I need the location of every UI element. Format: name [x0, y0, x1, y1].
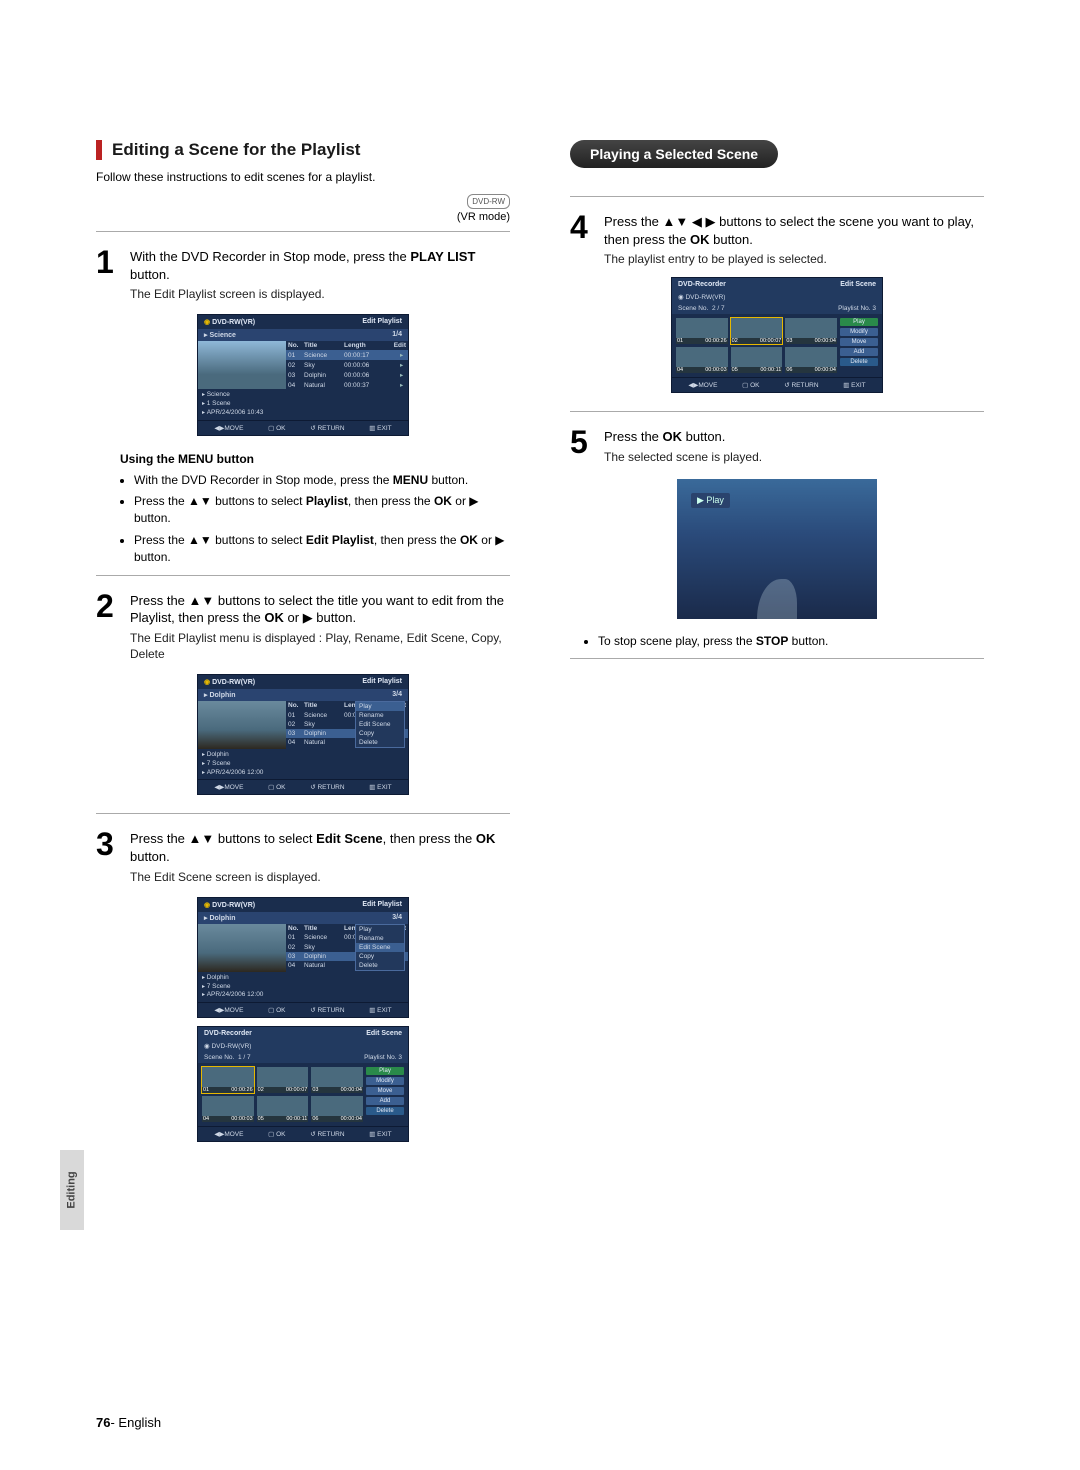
- step-body: Press the OK button. The selected scene …: [604, 428, 984, 465]
- dvd-rw-badge: DVD-RW: [467, 194, 510, 209]
- step-sub: The selected scene is played.: [604, 449, 984, 465]
- subsection-pill: Playing a Selected Scene: [570, 140, 778, 168]
- divider: [96, 231, 510, 232]
- step-1: 1 With the DVD Recorder in Stop mode, pr…: [96, 248, 510, 302]
- manual-page: Editing a Scene for the Playlist Follow …: [0, 0, 1080, 1470]
- step-body: Press the ▲▼ buttons to select the title…: [130, 592, 510, 662]
- osd-popup-menu: Play Rename Edit Scene Copy Delete: [355, 701, 405, 748]
- side-tab-label: Editing: [66, 1171, 78, 1208]
- menu-bullets: With the DVD Recorder in Stop mode, pres…: [96, 472, 510, 567]
- page-footer: 76- English: [96, 1415, 161, 1430]
- vr-mode-label: DVD-RW (VR mode): [96, 194, 510, 223]
- intro-text: Follow these instructions to edit scenes…: [96, 170, 510, 184]
- language-label: English: [118, 1415, 161, 1430]
- section-side-tab: Editing: [60, 1150, 84, 1230]
- step-number: 3: [96, 830, 122, 859]
- step-number: 5: [570, 428, 596, 457]
- step-number: 1: [96, 248, 122, 277]
- step-3: 3 Press the ▲▼ buttons to select Edit Sc…: [96, 830, 510, 884]
- osd-edit-scene-1: DVD-RecorderEdit Scene ◉ DVD-RW(VR) Scen…: [197, 1026, 409, 1142]
- step-sub: The Edit Scene screen is displayed.: [130, 869, 510, 885]
- step-number: 2: [96, 592, 122, 621]
- play-overlay: ▶ Play: [691, 493, 730, 508]
- step-body: Press the ▲▼ buttons to select Edit Scen…: [130, 830, 510, 884]
- list-item: To stop scene play, press the STOP butto…: [598, 633, 984, 650]
- step-5: 5 Press the OK button. The selected scen…: [570, 428, 984, 465]
- osd-edit-playlist-1: DVD-RW(VR)Edit Playlist ▸ Science1/4 Sci…: [197, 314, 409, 435]
- step-number: 4: [570, 213, 596, 242]
- section-title: Editing a Scene for the Playlist: [96, 140, 510, 160]
- using-menu-heading: Using the MENU button: [96, 452, 510, 466]
- stop-bullet: To stop scene play, press the STOP butto…: [570, 633, 984, 650]
- osd-edit-playlist-2: DVD-RW(VR)Edit Playlist ▸ Dolphin3/4 Dol…: [197, 674, 409, 795]
- list-item: With the DVD Recorder in Stop mode, pres…: [134, 472, 510, 489]
- vr-mode-text: (VR mode): [457, 211, 510, 223]
- divider: [570, 658, 984, 659]
- step-4: 4 Press the ▲▼ ◀ ▶ buttons to select the…: [570, 213, 984, 267]
- divider: [570, 196, 984, 197]
- playback-screenshot: ▶ Play: [677, 479, 877, 619]
- step-body: With the DVD Recorder in Stop mode, pres…: [130, 248, 510, 302]
- divider: [570, 411, 984, 412]
- osd-edit-playlist-3: DVD-RW(VR)Edit Playlist ▸ Dolphin3/4 Dol…: [197, 897, 409, 1018]
- page-number: 76: [96, 1415, 110, 1430]
- osd-popup-menu: Play Rename Edit Scene Copy Delete: [355, 924, 405, 971]
- step-sub: The playlist entry to be played is selec…: [604, 251, 984, 267]
- divider: [96, 813, 510, 814]
- osd-edit-scene-2: DVD-RecorderEdit Scene ◉ DVD-RW(VR) Scen…: [671, 277, 883, 393]
- step-body: Press the ▲▼ ◀ ▶ buttons to select the s…: [604, 213, 984, 267]
- step-2: 2 Press the ▲▼ buttons to select the tit…: [96, 592, 510, 662]
- list-item: Press the ▲▼ buttons to select Edit Play…: [134, 532, 510, 567]
- divider: [96, 575, 510, 576]
- step-sub: The Edit Playlist menu is displayed : Pl…: [130, 630, 510, 662]
- left-column: Editing a Scene for the Playlist Follow …: [96, 140, 510, 1142]
- step-sub: The Edit Playlist screen is displayed.: [130, 286, 510, 302]
- list-item: Press the ▲▼ buttons to select Playlist,…: [134, 493, 510, 528]
- right-column: Playing a Selected Scene 4 Press the ▲▼ …: [570, 140, 984, 1142]
